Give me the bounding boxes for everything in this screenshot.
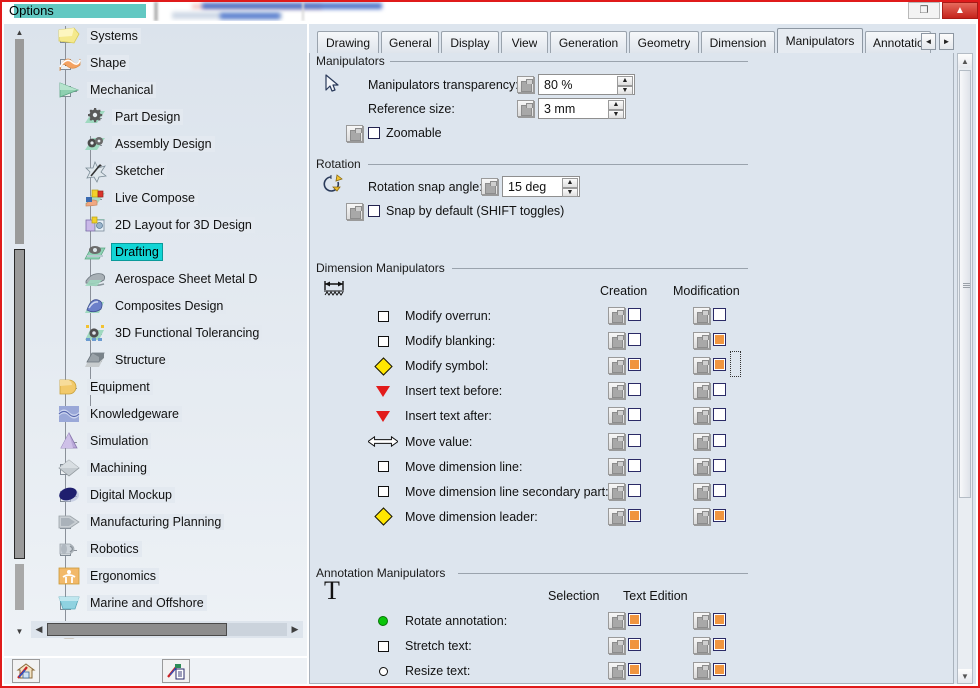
window-border	[0, 0, 980, 688]
tab-manipulators[interactable]: Manipulators	[777, 28, 863, 53]
tab-label: Manipulators	[785, 34, 855, 48]
options-dialog-window: Options ❐ ▲ ▲ ▼ +Systems+Shape−Mechanica…	[0, 0, 980, 688]
